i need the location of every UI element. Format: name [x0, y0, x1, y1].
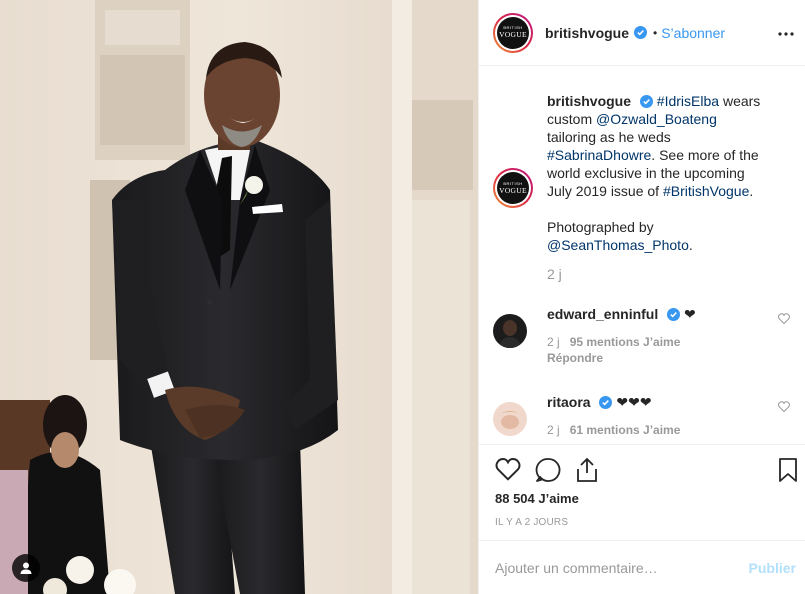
verified-icon: [639, 95, 653, 108]
comment-likes[interactable]: 61 mentions J’aime: [570, 423, 681, 437]
caption-text: britishvogue #IdrisElba wears custom @Oz…: [547, 92, 762, 254]
comment-item: ritaora ❤❤❤ 2 j 61 mentions J’aime: [493, 394, 798, 442]
comment-item: edward_enninful ❤ 2 j 95 mentions J’aime …: [493, 306, 798, 365]
hashtag-link[interactable]: #IdrisElba: [657, 93, 719, 109]
share-icon[interactable]: [575, 457, 599, 486]
caption-username[interactable]: britishvogue: [547, 93, 631, 109]
post-header: BRITISH VOGUE britishvogue • S’abonner: [479, 0, 805, 66]
comment-icon[interactable]: [535, 457, 561, 486]
comment-time[interactable]: 2 j: [547, 335, 560, 349]
logo-line-bottom: VOGUE: [499, 185, 527, 195]
author-avatar[interactable]: BRITISH VOGUE: [493, 12, 533, 53]
heart-icon[interactable]: [495, 457, 521, 484]
caption-segment: .: [749, 183, 754, 199]
heart-icon[interactable]: [778, 312, 790, 327]
user-tag-icon: [19, 561, 33, 575]
verified-icon: [634, 26, 648, 39]
comment-username[interactable]: ritaora: [547, 394, 591, 410]
post-photo[interactable]: [0, 0, 478, 594]
caption-time[interactable]: 2 j: [547, 266, 762, 282]
comment-input[interactable]: [495, 559, 725, 576]
separator-dot: •: [653, 25, 658, 40]
add-comment-bar: Publier: [479, 540, 805, 594]
photo-credit: Photographed by: [547, 219, 654, 235]
likes-count[interactable]: 88 504 J’aime: [495, 491, 579, 506]
caption-segment: tailoring as he weds: [547, 129, 671, 145]
heart-icon[interactable]: [778, 400, 790, 415]
caption-segment: .: [688, 237, 693, 253]
comment-time[interactable]: 2 j: [547, 423, 560, 437]
post-time[interactable]: IL Y A 2 JOURS: [495, 517, 568, 528]
avatar[interactable]: [493, 314, 527, 348]
hashtag-link[interactable]: #BritishVogue: [663, 183, 749, 199]
bookmark-icon[interactable]: [778, 457, 798, 486]
post-panel: BRITISH VOGUE britishvogue • S’abonner B…: [478, 0, 805, 594]
logo-line-bottom: VOGUE: [499, 30, 527, 40]
more-options-icon[interactable]: [778, 24, 794, 39]
user-tag-button[interactable]: [12, 554, 40, 582]
comment-likes[interactable]: 95 mentions J’aime: [570, 335, 681, 349]
follow-button[interactable]: S’abonner: [661, 25, 725, 41]
comment-username[interactable]: edward_enninful: [547, 306, 658, 322]
hashtag-link[interactable]: #SabrinaDhowre: [547, 147, 651, 163]
post-caption: BRITISH VOGUE britishvogue #IdrisElba we…: [493, 92, 798, 282]
publish-button[interactable]: Publier: [749, 560, 796, 576]
comment-text: ❤❤❤: [616, 394, 652, 410]
comment-text: ❤: [684, 306, 696, 322]
vogue-logo: BRITISH VOGUE: [497, 16, 529, 49]
verified-icon: [599, 396, 613, 409]
reply-button[interactable]: Répondre: [547, 351, 798, 365]
verified-icon: [667, 308, 681, 321]
author-username[interactable]: britishvogue: [545, 25, 629, 41]
vogue-logo: BRITISH VOGUE: [497, 172, 529, 204]
action-bar: 88 504 J’aime IL Y A 2 JOURS: [479, 444, 805, 540]
avatar[interactable]: [493, 402, 527, 436]
caption-avatar[interactable]: BRITISH VOGUE: [493, 168, 533, 208]
mention-link[interactable]: @Ozwald_Boateng: [596, 111, 717, 127]
mention-link[interactable]: @SeanThomas_Photo: [547, 237, 689, 253]
